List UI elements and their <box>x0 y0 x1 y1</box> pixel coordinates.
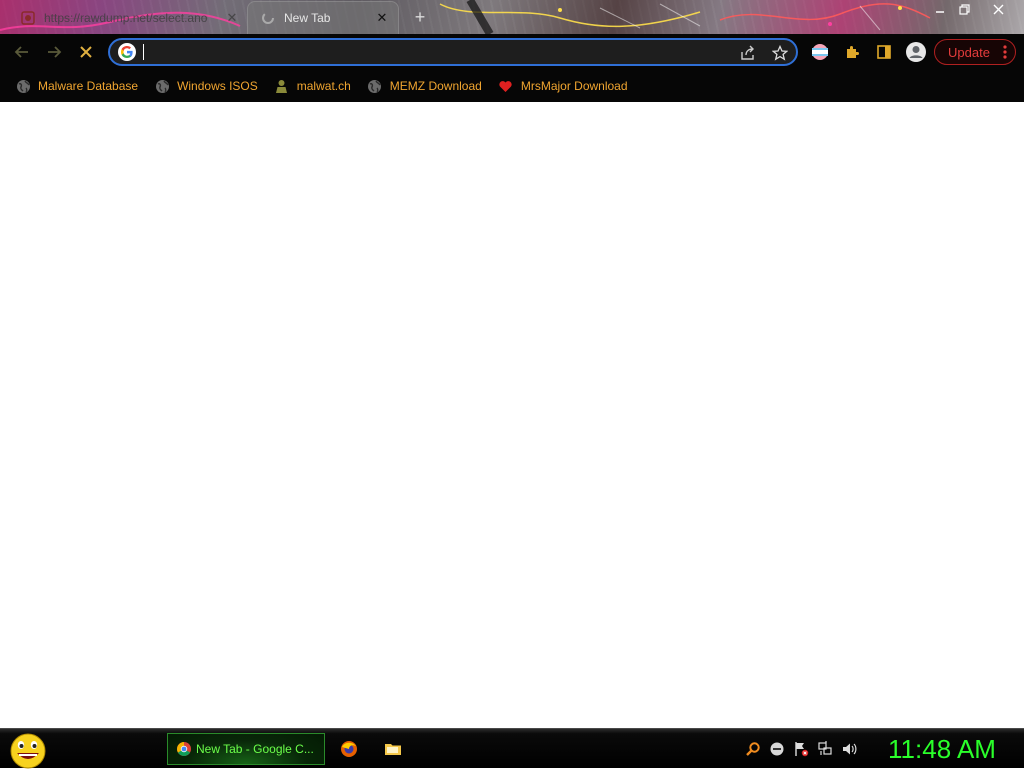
action-center-flag-icon[interactable] <box>792 740 810 758</box>
taskbar-item-chrome[interactable]: New Tab - Google C... <box>167 733 325 765</box>
tab-new-tab[interactable]: New Tab ✕ <box>247 1 399 34</box>
omnibox-input[interactable] <box>142 42 732 62</box>
tab-title: New Tab <box>284 11 331 25</box>
globe-icon <box>367 78 383 94</box>
stop-loading-button[interactable] <box>74 40 98 64</box>
loading-spinner-icon <box>260 10 276 26</box>
forward-arrow-icon <box>48 46 62 58</box>
taskbar-clock[interactable]: 11:48 AM <box>872 732 1012 766</box>
chrome-icon <box>177 742 191 756</box>
person-icon <box>274 78 290 94</box>
bookmark-mrsmajor-download[interactable]: MrsMajor Download <box>493 73 633 99</box>
page-content-blank[interactable] <box>0 102 1024 728</box>
bookmark-label: malwat.ch <box>296 79 351 93</box>
bookmark-memz-download[interactable]: MEMZ Download <box>362 73 487 99</box>
search-magnifier-icon[interactable] <box>744 740 762 758</box>
page-favicon-icon <box>20 10 36 26</box>
taskbar: New Tab - Google C... 11:48 AM <box>0 728 1024 769</box>
flag-extension-icon[interactable] <box>808 40 832 64</box>
address-bar[interactable] <box>108 38 798 66</box>
back-arrow-icon <box>14 46 28 58</box>
extensions-puzzle-icon[interactable] <box>840 40 864 64</box>
side-panel-icon[interactable] <box>872 40 896 64</box>
file-explorer-folder-icon[interactable] <box>383 739 403 759</box>
bookmark-star-icon[interactable] <box>770 43 790 63</box>
volume-speaker-icon[interactable] <box>840 740 858 758</box>
close-tab-icon[interactable]: ✕ <box>222 8 242 28</box>
update-button[interactable]: Update <box>934 39 1016 65</box>
share-icon[interactable] <box>738 43 758 63</box>
browser-toolbar: Update <box>0 34 1024 70</box>
google-g-icon <box>118 43 136 61</box>
network-icon[interactable] <box>816 740 834 758</box>
bookmark-malware-database[interactable]: Malware Database <box>10 73 143 99</box>
update-label: Update <box>948 44 990 60</box>
tab-title: https://rawdump.net/select.ano <box>44 10 208 25</box>
minus-circle-icon[interactable] <box>768 740 786 758</box>
stop-x-icon <box>80 46 92 58</box>
bookmark-windows-isos[interactable]: Windows ISOS <box>149 73 263 99</box>
taskbar-item-label: New Tab - Google C... <box>196 742 314 756</box>
text-caret <box>143 44 144 60</box>
firefox-icon[interactable] <box>339 739 359 759</box>
start-button-smiley-icon[interactable] <box>8 731 48 769</box>
globe-icon <box>154 78 170 94</box>
restore-button[interactable] <box>950 0 978 18</box>
tab-rawdump[interactable]: https://rawdump.net/select.ano ✕ <box>8 1 248 34</box>
heart-icon <box>498 78 514 94</box>
bookmarks-bar: Malware Database Windows ISOS malwat.ch … <box>0 70 1024 102</box>
title-bar: https://rawdump.net/select.ano ✕ New Tab… <box>0 0 1024 34</box>
forward-button[interactable] <box>42 40 66 64</box>
new-tab-button[interactable]: + <box>408 6 432 28</box>
bookmark-label: MEMZ Download <box>389 79 482 93</box>
globe-icon <box>15 78 31 94</box>
bookmark-label: MrsMajor Download <box>520 79 628 93</box>
close-window-button[interactable] <box>984 0 1012 18</box>
bookmark-label: Malware Database <box>38 79 139 93</box>
profile-avatar-icon[interactable] <box>904 40 928 64</box>
bookmark-malwatch[interactable]: malwat.ch <box>269 73 356 99</box>
kebab-menu-icon[interactable] <box>1003 44 1007 60</box>
back-button[interactable] <box>10 40 34 64</box>
bookmark-label: Windows ISOS <box>177 79 258 93</box>
close-tab-icon[interactable]: ✕ <box>372 8 392 28</box>
